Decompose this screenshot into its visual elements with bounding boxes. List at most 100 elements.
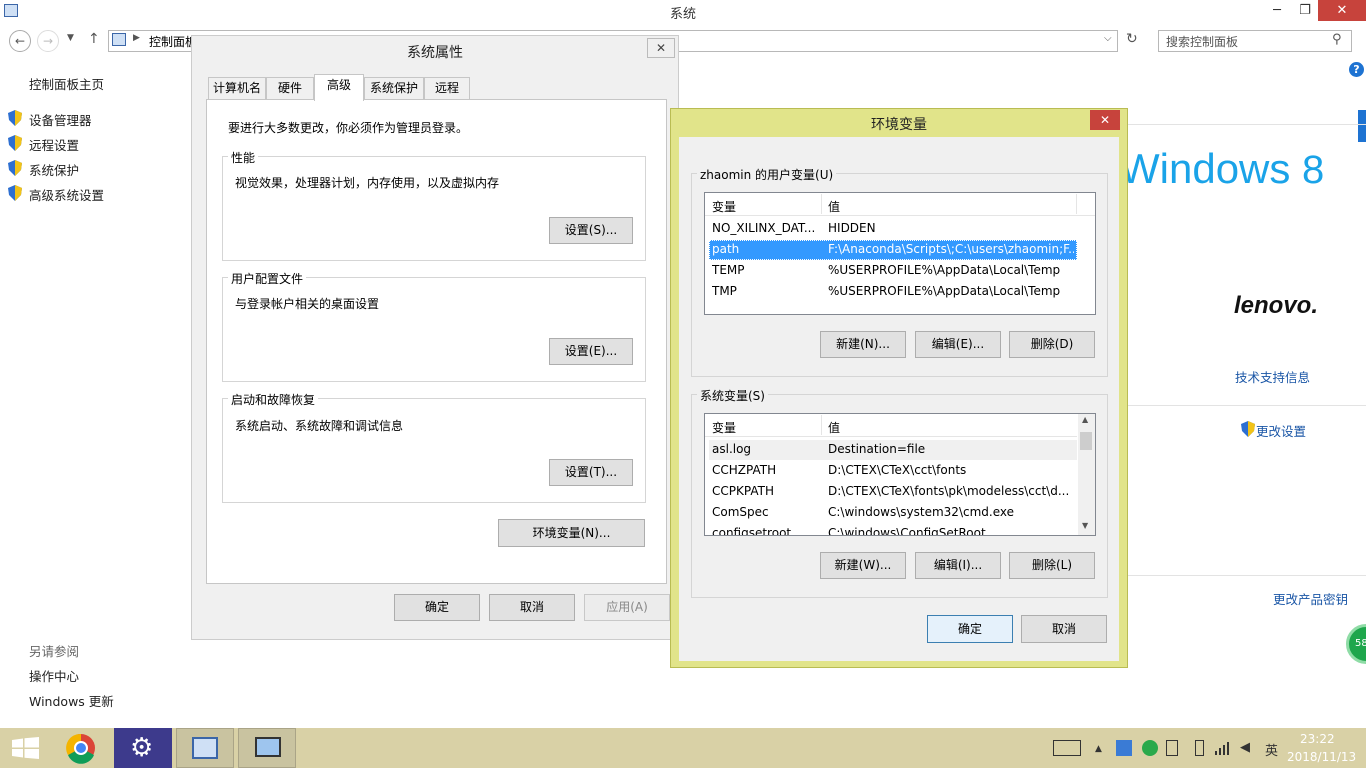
tab-hardware[interactable]: 硬件 [266, 77, 314, 100]
column-header-variable[interactable]: 变量 [712, 419, 736, 436]
env-cancel-button[interactable]: 取消 [1021, 615, 1107, 643]
shield-icon [8, 160, 22, 176]
table-row-name[interactable]: CCPKPATH [712, 484, 820, 498]
divider [1128, 124, 1366, 125]
control-panel-icon [192, 737, 218, 759]
table-row-name[interactable]: TEMP [712, 263, 820, 277]
floating-badge[interactable]: 58 [1346, 624, 1366, 664]
help-icon[interactable]: ? [1349, 62, 1364, 77]
tray-app-icon[interactable] [1142, 740, 1158, 756]
control-panel-icon [112, 33, 126, 46]
table-row-value[interactable]: D:\CTEX\CTeX\fonts\pk\modeless\cct\d... [828, 484, 1076, 498]
settings-taskbar-button[interactable]: ⚙ [114, 728, 172, 768]
tab-system-protection[interactable]: 系统保护 [364, 77, 424, 100]
table-row-value[interactable]: %USERPROFILE%\AppData\Local\Temp [828, 263, 1076, 277]
table-row-value[interactable]: F:\Anaconda\Scripts\;C:\users\zhaomin;F.… [828, 242, 1074, 256]
forward-icon[interactable]: → [37, 30, 59, 52]
table-row-name[interactable]: asl.log [712, 442, 820, 456]
column-divider [1076, 194, 1077, 214]
close-button[interactable]: ✕ [647, 38, 675, 58]
up-icon[interactable]: ↑ [88, 31, 100, 47]
back-icon[interactable]: ← [9, 30, 31, 52]
minimize-button[interactable]: ─ [1262, 0, 1292, 22]
dialog-title: 系统属性 [407, 45, 463, 61]
battery-icon[interactable] [1195, 740, 1204, 756]
ime-indicator[interactable]: 英 [1265, 740, 1278, 759]
tab-remote[interactable]: 远程 [424, 77, 470, 100]
user-profile-settings-button[interactable]: 设置(E)... [549, 338, 633, 365]
scroll-down-icon[interactable]: ▼ [1082, 521, 1088, 530]
table-row-name[interactable]: path [712, 242, 820, 256]
user-edit-button[interactable]: 编辑(E)... [915, 331, 1001, 358]
dialog-title: 环境变量 [871, 117, 927, 133]
environment-variables-button[interactable]: 环境变量(N)... [498, 519, 645, 547]
system-taskbar-button[interactable] [238, 728, 296, 768]
chrome-taskbar-button[interactable] [54, 728, 112, 768]
table-row-value[interactable]: HIDDEN [828, 221, 1076, 235]
change-product-key-link[interactable]: 更改产品密钥 [1273, 589, 1348, 608]
remote-settings-link[interactable]: 远程设置 [29, 135, 79, 154]
shield-icon [1241, 421, 1255, 437]
column-header-value[interactable]: 值 [828, 419, 840, 436]
system-protection-link[interactable]: 系统保护 [29, 160, 79, 179]
table-row-value[interactable]: C:\windows\system32\cmd.exe [828, 505, 1076, 519]
keyboard-icon[interactable] [1053, 740, 1081, 756]
search-icon[interactable]: ⚲ [1332, 32, 1342, 47]
table-row-value[interactable]: D:\CTEX\CTeX\cct\fonts [828, 463, 1076, 477]
scrollbar-thumb[interactable] [1080, 432, 1092, 450]
performance-settings-button[interactable]: 设置(S)... [549, 217, 633, 244]
table-row-name[interactable]: ComSpec [712, 505, 820, 519]
action-center-link[interactable]: 操作中心 [29, 666, 79, 685]
close-button[interactable]: ✕ [1090, 110, 1120, 130]
ok-button[interactable]: 确定 [394, 594, 480, 621]
startup-recovery-settings-button[interactable]: 设置(T)... [549, 459, 633, 486]
apply-button[interactable]: 应用(A) [584, 594, 670, 621]
support-info-link[interactable]: 技术支持信息 [1235, 367, 1310, 386]
column-header-value[interactable]: 值 [828, 198, 840, 215]
tab-computer-name[interactable]: 计算机名 [208, 77, 266, 100]
recent-pages-icon[interactable]: ▼ [67, 33, 74, 43]
table-row-value[interactable]: Destination=file [828, 442, 1076, 456]
system-edit-button[interactable]: 编辑(I)... [915, 552, 1001, 579]
cancel-button[interactable]: 取消 [489, 594, 575, 621]
scroll-up-icon[interactable]: ▲ [1082, 415, 1088, 424]
table-row-name[interactable]: CCHZPATH [712, 463, 820, 477]
list-header [705, 193, 1095, 216]
network-icon[interactable] [1214, 740, 1230, 759]
tray-app-icon[interactable] [1166, 740, 1178, 756]
column-header-variable[interactable]: 变量 [712, 198, 736, 215]
system-new-button[interactable]: 新建(W)... [820, 552, 906, 579]
refresh-icon[interactable]: ↻ [1126, 31, 1138, 47]
table-row-name[interactable]: TMP [712, 284, 820, 298]
maximize-button[interactable]: ❐ [1290, 0, 1320, 22]
control-panel-taskbar-button[interactable] [176, 728, 234, 768]
start-icon[interactable] [12, 737, 39, 762]
table-row-value[interactable]: %USERPROFILE%\AppData\Local\Temp [828, 284, 1076, 298]
system-delete-button[interactable]: 删除(L) [1009, 552, 1095, 579]
windows-update-link[interactable]: Windows 更新 [29, 691, 114, 710]
close-button[interactable]: ✕ [1318, 0, 1366, 21]
tray-app-icon[interactable] [1116, 740, 1132, 756]
show-hidden-icons-icon[interactable]: ▲ [1095, 744, 1102, 754]
address-dropdown-icon[interactable]: ⌵ [1104, 33, 1112, 44]
table-row-name[interactable]: NO_XILINX_DAT... [712, 221, 820, 235]
user-new-button[interactable]: 新建(N)... [820, 331, 906, 358]
user-delete-button[interactable]: 删除(D) [1009, 331, 1095, 358]
divider [1128, 405, 1366, 406]
change-settings-link[interactable]: 更改设置 [1256, 421, 1306, 440]
tab-advanced[interactable]: 高级 [314, 74, 364, 101]
env-ok-button[interactable]: 确定 [927, 615, 1013, 643]
volume-icon[interactable]: ◀ [1240, 740, 1250, 755]
device-manager-link[interactable]: 设备管理器 [29, 110, 92, 129]
gear-icon: ⚙ [130, 733, 154, 763]
table-row-value[interactable]: C:\windows\ConfigSetRoot [828, 526, 1076, 535]
control-panel-home-link[interactable]: 控制面板主页 [29, 74, 104, 93]
advanced-system-settings-link[interactable]: 高级系统设置 [29, 185, 104, 204]
breadcrumb[interactable]: 控制面板 [149, 33, 197, 50]
column-divider [821, 194, 822, 214]
table-row-name[interactable]: configsetroot [712, 526, 820, 535]
clock-time[interactable]: 23:22 [1300, 732, 1335, 746]
startup-recovery-group [222, 398, 646, 503]
clock-date[interactable]: 2018/11/13 [1287, 750, 1356, 764]
startup-recovery-description: 系统启动、系统故障和调试信息 [235, 419, 404, 433]
